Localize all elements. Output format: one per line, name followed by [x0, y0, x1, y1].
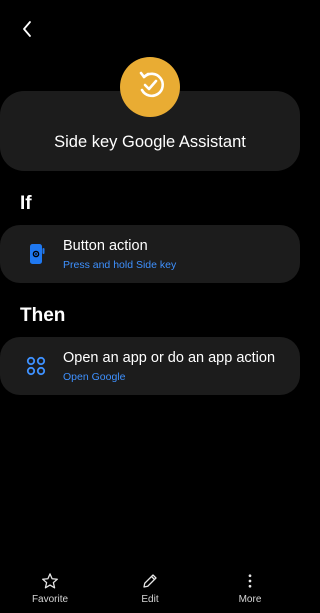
chevron-left-icon: [21, 20, 33, 43]
then-action-card[interactable]: Open an app or do an app action Open Goo…: [0, 337, 300, 395]
routine-title: Side key Google Assistant: [54, 133, 246, 151]
then-action-title: Open an app or do an app action: [63, 350, 276, 366]
favorite-button[interactable]: Favorite: [20, 571, 80, 607]
pencil-icon: [140, 571, 160, 591]
routine-check-icon: [133, 68, 167, 107]
more-label: More: [238, 594, 262, 605]
if-condition-card[interactable]: Button action Press and hold Side key: [0, 225, 300, 283]
routine-badge: [120, 57, 180, 117]
app-grid-icon: [24, 354, 48, 378]
back-button[interactable]: [12, 16, 42, 46]
if-action-title: Button action: [63, 238, 148, 254]
star-icon: [40, 571, 60, 591]
if-action-subtitle: Press and hold Side key: [63, 259, 177, 271]
edit-label: Edit: [141, 594, 159, 605]
more-vertical-icon: [240, 571, 260, 591]
then-heading: Then: [20, 305, 66, 326]
more-button[interactable]: More: [220, 571, 280, 607]
edit-button[interactable]: Edit: [120, 571, 180, 607]
phone-side-key-icon: [24, 242, 48, 266]
if-heading: If: [20, 193, 32, 214]
then-action-subtitle: Open Google: [63, 371, 126, 383]
favorite-label: Favorite: [31, 594, 69, 605]
